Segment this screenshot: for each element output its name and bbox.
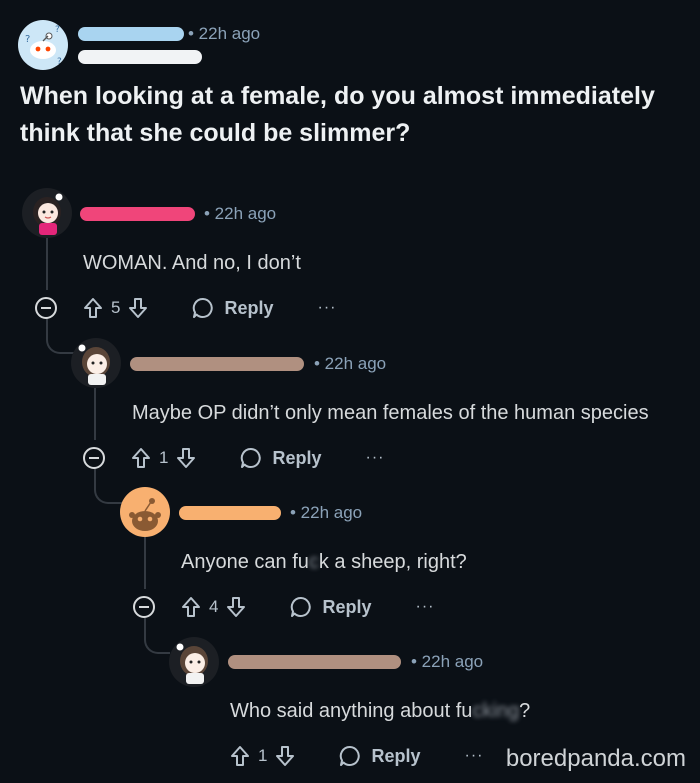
more-options-button[interactable]: ··· [318, 299, 337, 317]
comment-timestamp: • 22h ago [290, 503, 363, 522]
thread-connector-2 [94, 468, 122, 504]
girl-avatar-icon [33, 193, 63, 235]
watermark: boredpanda.com [505, 745, 686, 772]
collapse-thread-button[interactable] [35, 297, 57, 319]
comment-username[interactable] [228, 655, 401, 669]
more-options-button[interactable]: ··· [416, 598, 435, 616]
comment-avatar[interactable] [169, 637, 219, 687]
snoo-icon [129, 498, 161, 531]
comment-action-bar: 1 Reply ··· [230, 741, 483, 771]
op-avatar[interactable]: ? ? ? [18, 20, 68, 70]
comment-text: Who said anything about fucking? [230, 700, 531, 722]
upvote-icon[interactable] [83, 297, 103, 319]
more-options-button[interactable]: ··· [465, 747, 484, 765]
reply-label: Reply [322, 596, 372, 617]
speech-bubble-icon [241, 447, 262, 468]
vote-score: 1 [258, 746, 268, 765]
collapse-thread-button[interactable] [83, 447, 105, 469]
comment-text: Anyone can fuck a sheep, right? [181, 551, 467, 573]
comment-action-bar: 1 Reply ··· [83, 443, 384, 473]
downvote-icon[interactable] [226, 596, 246, 618]
thread-connector-1 [46, 318, 74, 354]
censored-word: c [308, 551, 319, 573]
more-options-button[interactable]: ··· [366, 449, 385, 467]
comment-username[interactable] [130, 357, 304, 371]
svg-text:?: ? [57, 57, 62, 67]
girl-avatar-icon [176, 643, 208, 684]
reply-label: Reply [224, 297, 274, 318]
comment-timestamp: • 22h ago [314, 354, 387, 373]
comment-timestamp: • 22h ago [411, 652, 484, 671]
thread-line-level-2 [94, 388, 96, 440]
vote-score: 1 [159, 448, 169, 467]
comment-avatar[interactable] [22, 188, 72, 238]
thread-line-level-1 [46, 238, 48, 290]
post-title: When looking at a female, do you almost … [20, 82, 655, 147]
speech-bubble-icon [291, 596, 312, 617]
comment-action-bar: 4 Reply ··· [133, 592, 434, 622]
girl-avatar-icon [78, 344, 110, 385]
reply-button[interactable]: Reply [339, 745, 421, 767]
op-flair [78, 50, 202, 64]
comment-action-bar: 5 Reply ··· [35, 293, 336, 323]
op-username[interactable] [78, 27, 184, 41]
downvote-icon[interactable] [128, 297, 148, 319]
downvote-icon[interactable] [275, 745, 295, 767]
speech-bubble-icon [193, 297, 214, 318]
vote-score: 5 [111, 298, 121, 317]
reply-button[interactable]: Reply [240, 447, 322, 469]
comment-username[interactable] [80, 207, 195, 221]
comment-text: WOMAN. And no, I don’t [83, 252, 301, 274]
upvote-icon[interactable] [230, 745, 250, 767]
reply-label: Reply [371, 745, 421, 766]
comment-text: Maybe OP didn’t only mean females of the… [132, 402, 649, 424]
upvote-icon[interactable] [181, 596, 201, 618]
upvote-icon[interactable] [131, 447, 151, 469]
downvote-icon[interactable] [176, 447, 196, 469]
post-timestamp: • 22h ago [188, 24, 261, 43]
reply-label: Reply [272, 447, 322, 468]
comment-avatar[interactable] [120, 487, 170, 537]
comment-timestamp: • 22h ago [204, 204, 277, 223]
svg-text:?: ? [25, 34, 30, 45]
vote-score: 4 [209, 597, 219, 616]
collapse-thread-button[interactable] [133, 596, 155, 618]
thread-connector-3 [144, 618, 170, 654]
censored-word: cking [472, 700, 520, 722]
comment-username[interactable] [179, 506, 281, 520]
thread-line-level-3 [144, 537, 146, 589]
svg-text:?: ? [55, 25, 60, 35]
speech-bubble-icon [340, 745, 361, 766]
comment-avatar[interactable] [71, 338, 121, 388]
reply-button[interactable]: Reply [290, 596, 372, 618]
reply-button[interactable]: Reply [192, 297, 274, 319]
snoo-confused-icon: ? ? ? [25, 25, 62, 67]
